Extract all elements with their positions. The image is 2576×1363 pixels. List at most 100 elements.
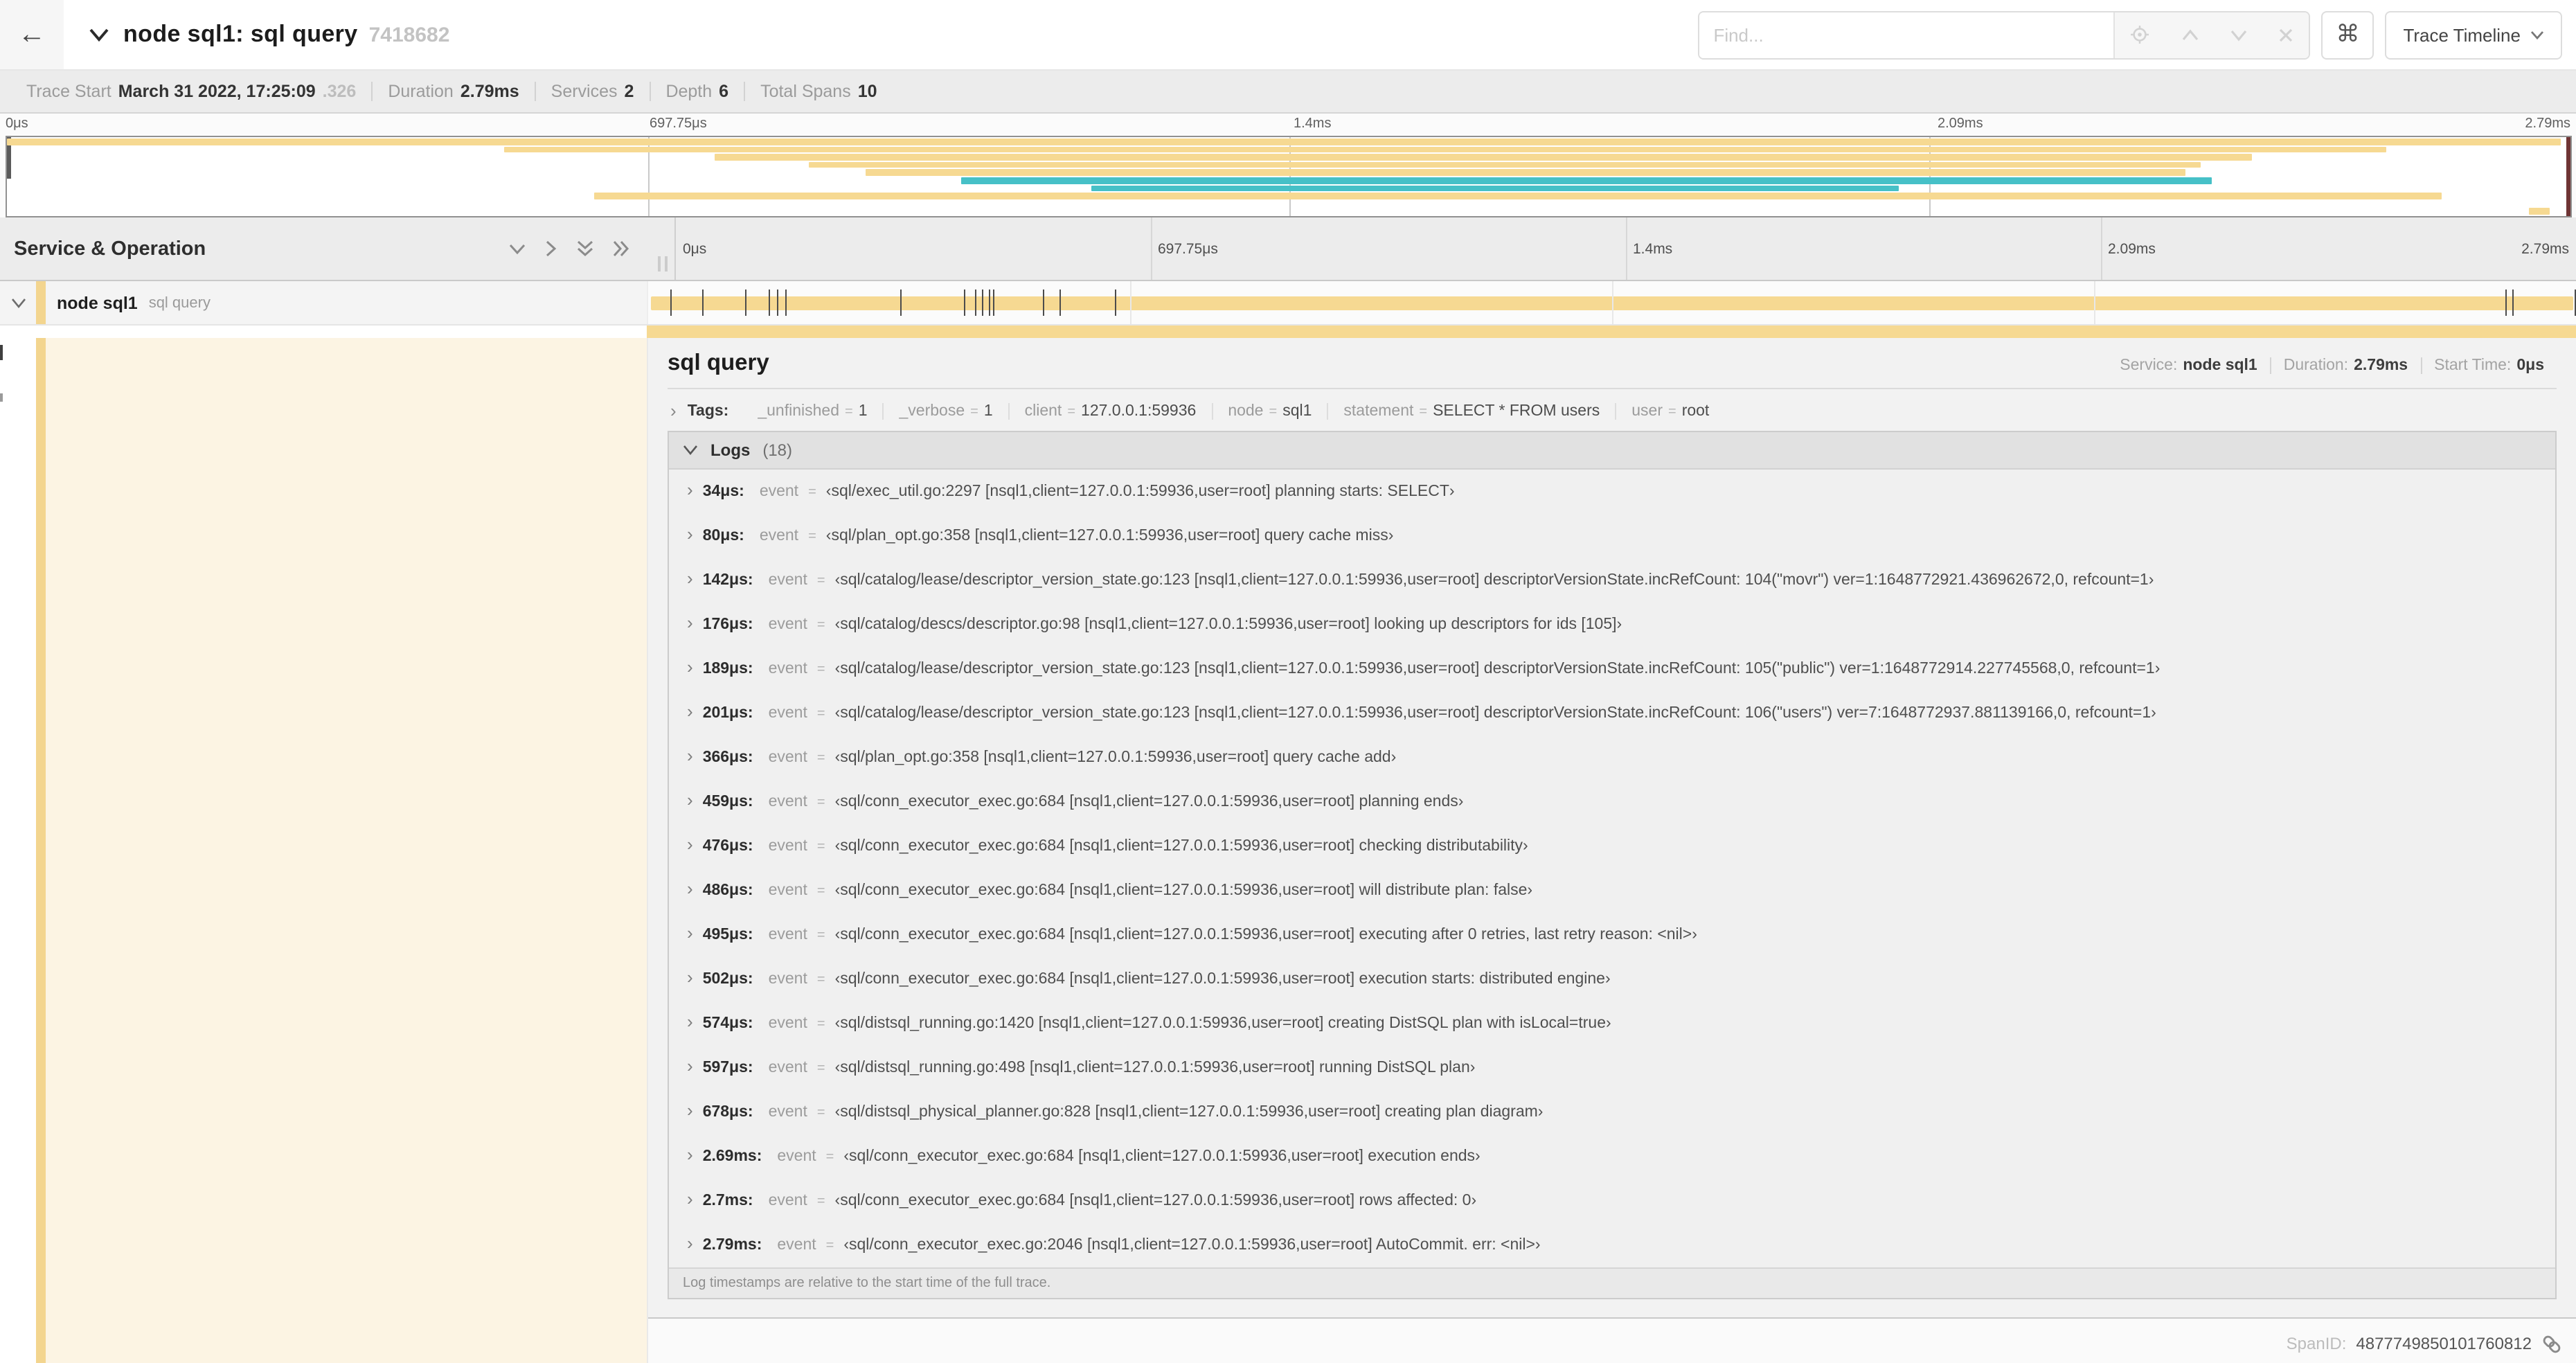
log-field-value: ‹sql/conn_executor_exec.go:684 [nsql1,cl… [834, 1193, 1477, 1209]
summary-item-suffix: .326 [322, 82, 357, 101]
log-row[interactable]: › 80μs: event = ‹sql/plan_opt.go:358 [nsql1,… [669, 514, 2555, 558]
log-row[interactable]: › 2.7ms: event = ‹sql/conn_executor_exec.go:… [669, 1179, 2555, 1223]
timeline-grid-line [1151, 217, 1152, 280]
log-row[interactable]: › 34μs: event = ‹sql/exec_util.go:2297 [nsql… [669, 470, 2555, 514]
tag-key: statement [1343, 403, 1414, 420]
log-row[interactable]: › 2.69ms: event = ‹sql/conn_executor_exec.go… [669, 1134, 2555, 1179]
detail-span-full-bar[interactable] [647, 326, 2576, 338]
view-selector-button[interactable]: Trace Timeline [2385, 10, 2562, 59]
log-field-key: event [777, 1237, 816, 1254]
next-result-icon[interactable] [2230, 28, 2248, 41]
span-detail-panel: sql query Service: node sql1 Duration: 2.79… [647, 338, 2576, 1363]
tags-section[interactable]: › Tags: _unfinished = 1 _verbose = 1 client = 12… [670, 402, 2557, 420]
timeline-tick-label: 697.75μs [650, 116, 707, 132]
log-row[interactable]: › 486μs: event = ‹sql/conn_executor_exec.go:… [669, 868, 2555, 913]
log-field-key: event [768, 616, 807, 633]
span-log-tick [1115, 289, 1117, 316]
chevron-right-icon: › [687, 1100, 693, 1121]
timeline-header-row: Service & Operation 0μs 697.75μs 1.4ms 2.09… [0, 217, 2576, 281]
log-row[interactable]: › 495μs: event = ‹sql/conn_executor_exec.go:… [669, 913, 2555, 957]
minimap-tick-labels: 0μs 697.75μs 1.4ms 2.09ms 2.79ms [0, 115, 2576, 134]
chevron-right-icon: › [687, 612, 693, 633]
span-expand-chevron-icon[interactable] [11, 297, 26, 308]
log-row[interactable]: › 366μs: event = ‹sql/plan_opt.go:358 [nsql1… [669, 736, 2555, 780]
summary-item: Services 2 [534, 82, 650, 101]
spanid-label: SpanID: [2286, 1334, 2347, 1353]
locate-icon[interactable] [2131, 25, 2150, 44]
find-input[interactable] [1699, 12, 2114, 57]
log-equals: = [816, 573, 825, 589]
back-button[interactable]: ← [0, 0, 64, 69]
detail-meta-label: Duration: [2283, 357, 2349, 374]
log-row[interactable]: › 176μs: event = ‹sql/catalog/descs/descript… [669, 603, 2555, 647]
log-row[interactable]: › 2.79ms: event = ‹sql/conn_executor_exec.go… [669, 1223, 2555, 1267]
detail-meta-label: Service: [2120, 357, 2178, 374]
chevron-right-icon: › [687, 1233, 693, 1254]
log-field-key: event [759, 483, 799, 500]
tag-value: 127.0.0.1:59936 [1081, 403, 1197, 420]
log-timestamp: 2.69ms: [702, 1148, 762, 1165]
log-row[interactable]: › 201μs: event = ‹sql/catalog/lease/descript… [669, 691, 2555, 736]
tag-key: user [1631, 403, 1663, 420]
log-row[interactable]: › 189μs: event = ‹sql/catalog/lease/descript… [669, 647, 2555, 691]
span-log-tick [1043, 289, 1045, 316]
span-row-name-cell[interactable]: node sql1 sql query [0, 281, 647, 324]
minimap-canvas[interactable] [6, 136, 2572, 217]
span-log-tick [768, 289, 770, 316]
log-row[interactable]: › 476μs: event = ‹sql/conn_executor_exec.go:… [669, 824, 2555, 868]
minimap-span-bar [866, 169, 2186, 177]
clear-search-icon[interactable] [2278, 27, 2293, 42]
log-equals: = [825, 1150, 834, 1165]
log-row[interactable]: › 678μs: event = ‹sql/distsql_physical_plann… [669, 1090, 2555, 1134]
span-log-tick [785, 289, 787, 316]
timeline-tick-label: 2.79ms [2521, 240, 2569, 257]
prev-result-icon[interactable] [2181, 28, 2199, 41]
expand-all-icon[interactable] [612, 240, 630, 258]
minimap-span-bar [960, 177, 2212, 184]
expand-one-icon[interactable] [544, 240, 558, 258]
tag-key: node [1228, 403, 1264, 420]
tags-label: Tags: [687, 403, 729, 420]
detail-header: sql query Service: node sql1 Duration: 2.79… [668, 350, 2557, 377]
column-resize-handle[interactable] [658, 256, 668, 271]
collapse-trace-header-icon[interactable] [89, 27, 109, 42]
timeline-tick-header: 0μs 697.75μs 1.4ms 2.09ms 2.79ms [676, 217, 2576, 280]
log-row[interactable]: › 459μs: event = ‹sql/conn_executor_exec.go:… [669, 780, 2555, 824]
log-row[interactable]: › 502μs: event = ‹sql/conn_executor_exec.go:… [669, 957, 2555, 1001]
summary-item: Duration 2.79ms [371, 82, 534, 101]
log-field-key: event [768, 705, 807, 722]
log-row[interactable]: › 597μs: event = ‹sql/distsql_running.go:498… [669, 1046, 2555, 1090]
span-timeline-cell[interactable] [647, 281, 2576, 324]
trace-minimap[interactable]: 0μs 697.75μs 1.4ms 2.09ms 2.79ms [0, 114, 2576, 217]
timeline-grid-line [1130, 281, 1132, 324]
log-row[interactable]: › 142μs: event = ‹sql/catalog/lease/descript… [669, 558, 2555, 603]
log-field-key: event [768, 882, 807, 899]
log-field-key: event [768, 794, 807, 810]
log-timestamp: 142μs: [702, 572, 753, 589]
keyboard-shortcuts-button[interactable]: ⌘ [2321, 10, 2374, 59]
log-timestamp: 189μs: [702, 661, 753, 677]
collapse-one-icon[interactable] [508, 242, 526, 256]
minimap-span-bar [714, 154, 2253, 161]
span-row[interactable]: node sql1 sql query [0, 281, 2576, 326]
chevron-right-icon: › [687, 923, 693, 943]
chevron-right-icon: › [687, 878, 693, 899]
minimap-span-bar [2529, 208, 2550, 215]
span-log-tick [2505, 289, 2507, 316]
chevron-right-icon: › [687, 745, 693, 766]
tag-value: SELECT * FROM users [1433, 403, 1600, 420]
log-row[interactable]: › 574μs: event = ‹sql/distsql_running.go:142… [669, 1001, 2555, 1046]
logs-section-header[interactable]: Logs (18) [669, 432, 2555, 470]
scroll-indicator-mark [0, 345, 3, 360]
log-field-value: ‹sql/catalog/descs/descriptor.go:98 [nsq… [834, 616, 1622, 633]
summary-item: Trace Start March 31 2022, 17:25:09 .326 [11, 82, 371, 101]
span-color-stripe [36, 338, 46, 1363]
minimap-right-drag-handle[interactable] [2566, 137, 2570, 216]
log-equals: = [816, 1017, 825, 1032]
chevron-right-icon: › [687, 568, 693, 589]
log-field-value: ‹sql/conn_executor_exec.go:684 [nsql1,cl… [834, 927, 1697, 943]
tag-item: node = sql1 [1211, 403, 1327, 420]
detail-row-top [0, 326, 2576, 338]
collapse-all-icon[interactable] [576, 240, 594, 258]
deep-link-icon[interactable] [2541, 1333, 2562, 1354]
